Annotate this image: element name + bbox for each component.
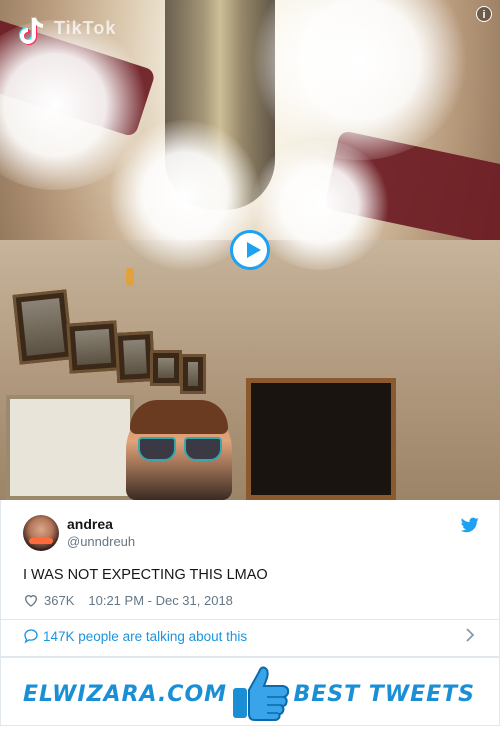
tweet-card: andrea @unndreuh I WAS NOT EXPECTING THI…: [0, 500, 500, 657]
author-name[interactable]: andrea: [67, 516, 113, 532]
wall-mirror: [6, 395, 134, 500]
person-hair: [130, 400, 228, 434]
tiktok-logo-icon: [19, 17, 44, 45]
fan-pull-chain: [126, 268, 134, 286]
tweet-media-video[interactable]: TikTok i: [0, 0, 500, 500]
doorway: [246, 378, 396, 500]
wall-photo-frame: [12, 289, 74, 365]
twitter-bird-icon[interactable]: [461, 517, 479, 533]
heart-icon[interactable]: [23, 592, 39, 608]
conversation-link[interactable]: 147K people are talking about this: [23, 628, 247, 644]
speech-bubble-icon: [24, 629, 38, 644]
site-name[interactable]: ELWIZARA.COM: [23, 682, 227, 707]
site-banner: ELWIZARA.COM BEST TWEETS: [0, 657, 500, 726]
wall-photo-frame: [150, 350, 182, 386]
site-tagline: BEST TWEETS: [293, 682, 475, 707]
sunglasses: [138, 437, 224, 463]
like-count[interactable]: 367K: [44, 593, 74, 608]
chevron-right-icon[interactable]: [465, 627, 475, 643]
avatar[interactable]: [23, 515, 59, 551]
tiktok-wordmark: TikTok: [54, 18, 117, 38]
light-glow: [250, 0, 470, 160]
tweet-text: I WAS NOT EXPECTING THIS LMAO: [23, 567, 268, 583]
divider: [1, 619, 500, 620]
thumbs-up-icon: [233, 666, 290, 721]
conversation-text: 147K people are talking about this: [43, 628, 248, 644]
wall-photo-frame: [66, 320, 120, 374]
play-icon[interactable]: [230, 230, 270, 270]
tweet-timestamp[interactable]: 10:21 PM - Dec 31, 2018: [88, 593, 233, 608]
wall-photo-frame: [180, 354, 206, 394]
tweet-meta: 367K 10:21 PM - Dec 31, 2018: [23, 592, 233, 608]
author-handle[interactable]: @unndreuh: [67, 534, 135, 549]
info-icon[interactable]: i: [476, 6, 492, 22]
light-glow: [250, 140, 390, 270]
